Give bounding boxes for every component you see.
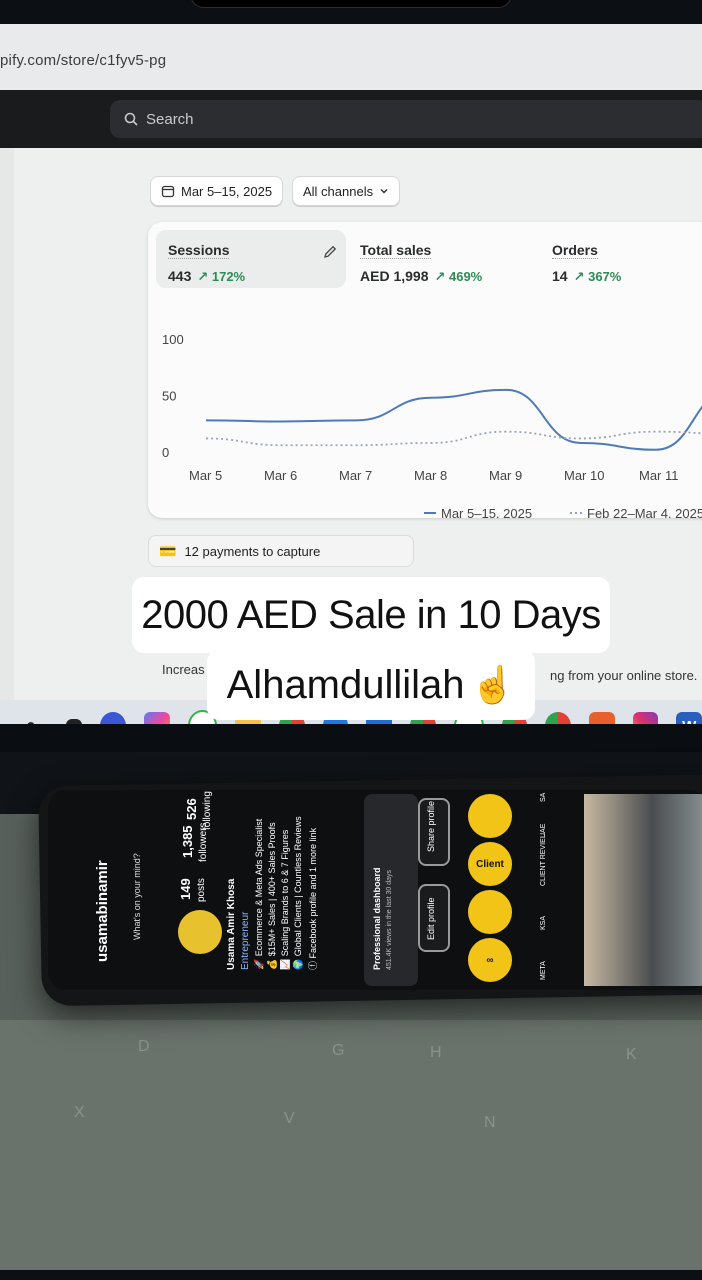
highlight-story[interactable] (468, 890, 512, 934)
y-tick-label: 100 (162, 332, 184, 347)
search-icon (124, 112, 138, 126)
word-icon[interactable]: W (676, 712, 702, 724)
x-tick-label: Mar 9 (489, 468, 522, 483)
ig-name: Usama Amir Khosa (226, 878, 237, 970)
ig-posts-count: 149 (178, 878, 193, 900)
series-line-0 (205, 388, 702, 451)
story-frame: pify.com/store/c1fyv5-pg Search Mar 5–15… (0, 0, 702, 1280)
date-range-button[interactable]: Mar 5–15, 2025 (150, 176, 284, 206)
key-label: X (74, 1104, 85, 1121)
highlight-label: UAE (540, 823, 547, 838)
share-profile-label: Share profile (426, 800, 436, 852)
ig-note: What's on your mind? (132, 853, 142, 940)
x-tick-label: Mar 7 (339, 468, 372, 483)
payments-label: 12 payments to capture (184, 543, 321, 559)
ig-followers-count: 1,385 (180, 825, 195, 858)
key-label: G (332, 1042, 345, 1059)
key-label: H (430, 1044, 442, 1061)
highlight-story[interactable] (468, 794, 512, 838)
ig-dashboard-title: Professional dashboard (372, 867, 382, 970)
x-tick-label: Mar 5 (189, 468, 222, 483)
highlight-story[interactable]: Client (468, 842, 512, 886)
ig-bio-line: 🌍 Global Clients | Countless Reviews (293, 816, 303, 970)
payment-icon: 💳 (159, 542, 177, 559)
key-label: N (484, 1114, 496, 1131)
ig-following-label: following (202, 791, 213, 830)
channels-dropdown[interactable]: All channels (292, 176, 401, 206)
edit-profile-label: Edit profile (426, 897, 436, 940)
y-tick-label: 50 (162, 389, 176, 404)
ig-category: Entrepreneur (240, 911, 251, 970)
search-placeholder: Search (146, 110, 194, 128)
search-input[interactable]: Search (110, 100, 702, 138)
key-label: K (626, 1046, 637, 1063)
caption-line-1: 2000 AED Sale in 10 Days (132, 577, 610, 653)
instagram-icon[interactable] (632, 712, 659, 724)
instagram-profile-screen: usamabinamir What's on your mind? 149 po… (48, 790, 702, 990)
caption-line-2: Alhamdullilah ☝️ (207, 650, 535, 720)
ig-bio-line: 🚀 Ecommerce & Meta Ads Specialist (254, 818, 264, 970)
file-explorer-icon[interactable] (65, 719, 83, 724)
ig-bio-link[interactable]: ⓕ Facebook profile and 1 more link (306, 828, 319, 970)
x-tick-label: Mar 8 (414, 468, 447, 483)
downloader-icon[interactable] (588, 712, 615, 724)
ig-username: usamabinamir (94, 860, 111, 962)
sidebar-edge (0, 148, 14, 724)
banner-text-right: ng from your online store. (550, 668, 698, 683)
avatar[interactable] (178, 910, 222, 954)
x-tick-label: Mar 10 (564, 468, 604, 483)
sessions-line-chart: 100 50 0 Mar 5 Mar 6 Mar 7 Mar 8 Mar 9 Mar 10 Mar… (162, 332, 702, 518)
highlight-label: SA (540, 792, 547, 802)
analytics-card: Sessions 443 ↗ 172% Total sales AED 1,998… (148, 222, 702, 518)
ig-dashboard-sub: 451.4K views in the last 30 days (386, 869, 393, 970)
browser-address-bar[interactable]: pify.com/store/c1fyv5-pg (0, 24, 702, 91)
ig-following-count: 526 (184, 798, 199, 820)
chrome-icon[interactable] (545, 712, 571, 724)
zoom-icon[interactable] (100, 712, 126, 724)
laptop-keyboard: D G H K X V N (0, 1020, 702, 1270)
caption-text: Alhamdullilah (226, 662, 465, 707)
key-label: V (284, 1110, 295, 1127)
date-range-label: Mar 5–15, 2025 (181, 183, 273, 199)
ig-posts-label: posts (196, 878, 207, 902)
calendar-icon (161, 185, 175, 198)
copilot-icon[interactable] (143, 712, 170, 724)
highlight-label: META (540, 961, 547, 980)
pointing-up-icon: ☝️ (470, 664, 516, 705)
x-tick-label: Mar 6 (264, 468, 297, 483)
legend-label: Feb 22–Mar 4, 2025 (587, 506, 702, 518)
series-line-1 (205, 430, 702, 447)
highlight-label: KSA (540, 915, 547, 930)
chevron-down-icon (380, 188, 388, 194)
legend-label: Mar 5–15, 2025 (441, 506, 532, 518)
ig-bio-line: 📈 Scaling Brands to 6 & 7 Figures (280, 829, 290, 970)
camera-notch (190, 0, 512, 8)
ig-bio-line: 💰 $15M+ Sales | 400+ Sales Proofs (267, 822, 277, 970)
payments-to-capture-button[interactable]: 💳 12 payments to capture (148, 535, 414, 567)
key-label: D (138, 1038, 150, 1055)
post-grid-thumbnails[interactable] (584, 794, 702, 986)
banner-text-left: Increas (162, 662, 205, 677)
url-text: pify.com/store/c1fyv5-pg (0, 52, 167, 69)
channels-label: All channels (303, 183, 374, 199)
x-tick-label: Mar 11 (639, 468, 679, 483)
highlight-label: CLIENT REVIE... (540, 832, 547, 886)
y-tick-label: 0 (162, 445, 169, 460)
admin-topbar: Search (0, 90, 702, 148)
search-icon[interactable]: ⌕ (18, 712, 44, 725)
highlight-story[interactable]: ∞ (468, 938, 512, 982)
